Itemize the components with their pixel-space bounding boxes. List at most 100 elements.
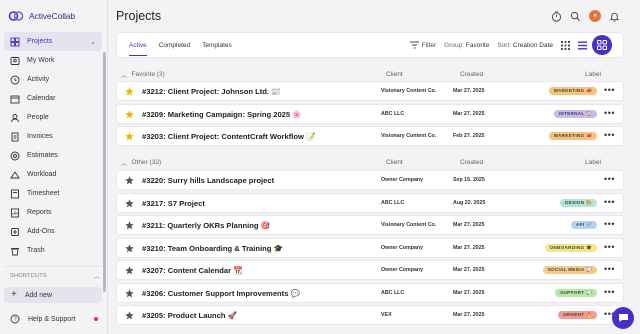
project-row[interactable]: #3217: S7 Project ABC LLC Aug 22. 2025 DESI…	[116, 193, 624, 213]
timer-icon[interactable]	[551, 10, 562, 22]
sidebar-scrollbar[interactable]	[103, 52, 106, 292]
project-title[interactable]: #3217: S7 Project	[142, 199, 205, 208]
project-created-date: Aug 22. 2025	[453, 200, 486, 206]
list-view-icon[interactable]	[578, 41, 587, 50]
more-options-icon[interactable]: •••	[604, 86, 615, 95]
project-row[interactable]: #3211: Quarterly OKRs Planning 🎯 Visionar…	[116, 215, 624, 235]
tab-templates[interactable]: Templates	[196, 32, 238, 58]
chevron-down-icon[interactable]: ⌄	[90, 38, 96, 46]
sidebar-item-label: Calendar	[27, 95, 56, 102]
more-options-icon[interactable]: •••	[604, 131, 615, 140]
sidebar-item-workload[interactable]: Workload	[4, 165, 102, 184]
star-icon[interactable]	[125, 87, 134, 96]
star-icon[interactable]	[125, 266, 134, 275]
sidebar-item-label: Workload	[27, 171, 57, 178]
star-icon[interactable]	[125, 176, 134, 185]
add-new-button[interactable]: + Add new	[4, 287, 102, 303]
project-title[interactable]: #3207: Content Calendar 📆	[142, 266, 243, 275]
tab-completed[interactable]: Completed	[153, 32, 196, 58]
project-row[interactable]: #3205: Product Launch 🚀 VEX Mar 27. 2025 UR…	[116, 305, 624, 325]
sidebar-item-my-work[interactable]: My Work	[4, 51, 102, 70]
project-title[interactable]: #3210: Team Onboarding & Training 🎓	[142, 244, 283, 253]
activecollab-logo-icon	[8, 11, 24, 21]
project-client: Visionary Content Co.	[381, 88, 437, 94]
project-title[interactable]: #3203: Client Project: ContentCraft Work…	[142, 132, 315, 141]
sidebar-item-timesheet[interactable]: Timesheet	[4, 184, 102, 203]
project-row[interactable]: #3206: Customer Support Improvements 💬 AB…	[116, 283, 624, 303]
search-icon[interactable]	[570, 11, 581, 22]
star-icon[interactable]	[125, 244, 134, 253]
apps-button[interactable]	[592, 35, 612, 55]
more-options-icon[interactable]: •••	[604, 265, 615, 274]
more-options-icon[interactable]: •••	[604, 175, 615, 184]
more-options-icon[interactable]: •••	[604, 220, 615, 229]
group-by-dropdown[interactable]: Group: Favorite	[444, 42, 489, 49]
sort-dropdown[interactable]: Sort: Creation Date	[497, 42, 553, 49]
project-title[interactable]: #3206: Customer Support Improvements 💬	[142, 289, 300, 298]
more-options-icon[interactable]: •••	[604, 198, 615, 207]
sidebar-item-people[interactable]: People	[4, 108, 102, 127]
star-icon[interactable]	[125, 311, 134, 320]
project-row[interactable]: #3203: Client Project: ContentCraft Work…	[116, 126, 624, 146]
star-icon[interactable]	[125, 199, 134, 208]
project-title[interactable]: #3212: Client Project: Johnson Ltd. 📰	[142, 87, 281, 96]
grid-view-icon[interactable]	[561, 40, 570, 50]
more-options-icon[interactable]: •••	[604, 109, 615, 118]
add-new-label: Add new	[24, 291, 53, 299]
project-title[interactable]: #3211: Quarterly OKRs Planning 🎯	[142, 221, 270, 230]
sidebar-item-activity[interactable]: Activity	[4, 70, 102, 89]
star-icon[interactable]	[125, 110, 134, 119]
project-row[interactable]: #3210: Team Onboarding & Training 🎓 Owner…	[116, 238, 624, 258]
sidebar-item-invoices[interactable]: Invoices	[4, 127, 102, 146]
group-name: ︿ Other (32)	[121, 157, 162, 168]
sidebar-item-add-ons[interactable]: Add-Ons	[4, 222, 102, 241]
more-options-icon[interactable]: •••	[604, 243, 615, 252]
sort-label: Sort:	[497, 41, 512, 49]
main-content: Projects ● Active Completed Templates Fi…	[108, 0, 640, 334]
label-badge: INTERNAL 🏠	[553, 110, 597, 118]
bell-icon[interactable]	[609, 11, 620, 22]
tab-active[interactable]: Active	[123, 32, 153, 58]
sidebar-item-trash[interactable]: Trash	[4, 241, 102, 260]
sidebar-item-label: Projects	[27, 38, 53, 45]
project-row[interactable]: #3209: Marketing Campaign: Spring 2025 🌸…	[116, 104, 624, 124]
project-row[interactable]: #3212: Client Project: Johnson Ltd. 📰 Vis…	[116, 81, 624, 101]
sidebar-item-projects[interactable]: Projects ⌄	[4, 32, 102, 51]
label-badge: DESIGN 🎨	[559, 199, 597, 207]
project-row[interactable]: #3220: Surry hills Landscape project Owne…	[116, 170, 624, 190]
estimates-icon	[10, 151, 20, 161]
project-created-date: Mar 27. 2025	[453, 312, 485, 318]
chat-button[interactable]	[612, 307, 634, 329]
project-title[interactable]: #3220: Surry hills Landscape project	[142, 176, 274, 185]
avatar[interactable]: ●	[589, 10, 601, 22]
chat-icon	[618, 314, 628, 322]
group-header-other[interactable]: ︿ Other (32) Client Created Label	[116, 155, 624, 169]
project-title[interactable]: #3205: Product Launch 🚀	[142, 311, 237, 320]
star-icon[interactable]	[125, 221, 134, 230]
sidebar-item-estimates[interactable]: Estimates	[4, 146, 102, 165]
sidebar-item-label: Estimates	[27, 152, 58, 159]
group-title: Other (32)	[131, 158, 162, 166]
sidebar-item-calendar[interactable]: Calendar	[4, 89, 102, 108]
calendar-icon	[10, 94, 20, 104]
project-client: Owner Company	[381, 245, 424, 251]
shortcuts-header[interactable]: SHORTCUTS ︿	[10, 272, 100, 280]
star-icon[interactable]	[125, 132, 134, 141]
chevron-up-icon: ︿	[121, 72, 128, 79]
project-created-date: Feb 27. 2025	[453, 133, 485, 139]
trash-icon	[10, 246, 20, 256]
add-ons-icon	[10, 227, 20, 237]
project-row[interactable]: #3207: Content Calendar 📆 Owner Company Ma…	[116, 260, 624, 280]
group-header-favorite[interactable]: ︿ Favorite (3) Client Created Label	[116, 67, 624, 81]
column-created: Created	[460, 158, 484, 166]
sidebar-item-reports[interactable]: Reports	[4, 203, 102, 222]
filter-button[interactable]: Filter	[409, 41, 436, 49]
help-support-link[interactable]: ? Help & Support	[10, 314, 98, 324]
more-options-icon[interactable]: •••	[604, 288, 615, 297]
project-title[interactable]: #3209: Marketing Campaign: Spring 2025 🌸	[142, 110, 302, 119]
chevron-up-icon[interactable]: ︿	[94, 272, 100, 280]
brand[interactable]: ActiveCollab	[8, 8, 75, 24]
star-icon[interactable]	[125, 289, 134, 298]
people-icon	[10, 113, 20, 123]
sort-value: Creation Date	[512, 41, 553, 49]
